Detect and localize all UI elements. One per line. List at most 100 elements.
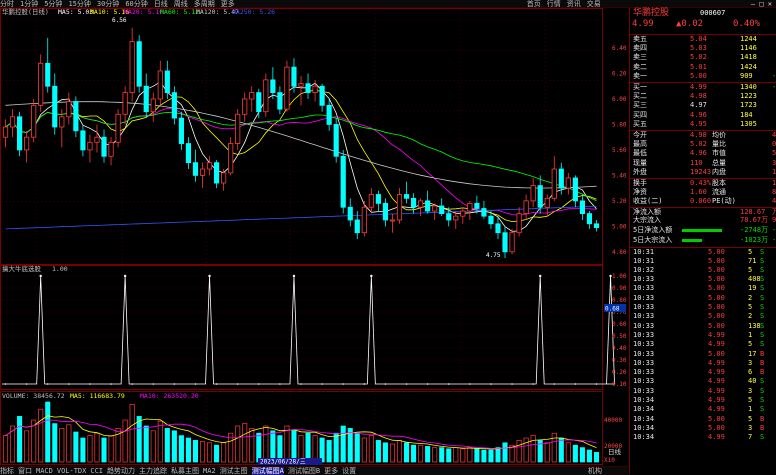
top-tab-5[interactable]: 60分钟 [125,1,147,8]
quote-panel: 华鹏控股 000607 4.99 ▲0.02 0.40% 卖五 5.04 1244 卖四 5.03… [629,8,776,474]
top-right-tab-1[interactable]: 行情 [547,1,561,8]
tick-row: 10:33 5.00 19 S [633,284,765,293]
ma20-legend: MA20: 5.16 [124,8,163,16]
top-tab-2[interactable]: 5分钟 [44,1,62,8]
price-axis-label: 5.80 [612,121,627,128]
volume-bar [73,431,79,463]
candle[interactable] [509,228,515,255]
stats-row: 最高5.02量比0.7 [633,139,776,148]
date-tag: 2023/06/28/三 [260,459,306,466]
candle[interactable] [38,54,44,112]
top-tab-4[interactable]: 30分钟 [97,1,119,8]
tick-row: 10:33 5.00 2 S [633,312,765,321]
tick-row: 10:34 5.00 3 B [633,423,765,432]
candle[interactable] [235,109,241,150]
volume-bar [326,440,332,463]
sell-book-row: 卖四 5.03 1146 [633,43,757,52]
volume-bar [291,430,297,463]
top-right-tab-3[interactable]: 交易 [587,1,601,8]
tick-row: 10:33 4.99 6 B [633,368,765,377]
stats-row: 净资1.60流通8.85 [633,187,776,196]
candle[interactable] [284,60,290,112]
signal-baseline-dot [152,383,155,385]
signal-baseline-dot [257,383,260,385]
volume-bar [45,401,51,463]
candle[interactable] [73,96,79,138]
volume-bar [199,441,206,463]
stats-row: 收益(二)0.060PE(动)45. [633,197,776,206]
flow-row: 大宗流入78.67万95 [633,216,776,225]
signal-baseline-dot [574,383,577,385]
stock-price: 4.99 [632,19,654,29]
volume-bar [502,442,508,463]
volume-bar [551,432,557,463]
sell-book-row: 卖三 5.02 1418 [633,53,757,62]
volume-bar [164,428,170,463]
volume-bar [171,430,177,463]
top-tab-6[interactable]: 日线 [154,1,168,8]
volume-bar [382,442,388,463]
volume-bar [143,425,149,463]
window-controls[interactable]: — □ ✕ [751,0,772,8]
top-right-tab-0[interactable]: 首页 [527,1,541,8]
volume-bar [270,430,276,463]
candle[interactable] [263,73,269,117]
volume-bar [150,430,156,463]
volume-bar [101,437,107,463]
signal-baseline-dot [595,383,598,385]
volume-bar [481,449,487,463]
candle[interactable] [340,149,346,214]
volume-bar [52,423,58,463]
top-tab-1[interactable]: 1分钟 [20,1,38,8]
volume-bar [333,432,339,463]
chart-area[interactable]: 6.40 6.20 6.00 5.80 5.60 5.40 5.20 5.00 4.80 1.00… [0,7,628,466]
indicator-axis-label: 0.20 [612,369,627,376]
tick-row: 10:33 4.99 3 S [633,386,765,395]
signal-baseline-dot [236,383,239,385]
volume-bar [192,440,199,463]
top-right-tab-2[interactable]: 资讯 [567,1,581,8]
volume-bar [340,425,346,463]
volume-bar [235,425,241,463]
volume-bar [108,435,114,463]
volume-bar [38,408,44,463]
volume-bar [87,435,93,463]
candle[interactable] [115,109,121,148]
top-tab-7[interactable]: 周线 [174,1,188,8]
volume-bar [157,420,163,463]
low-annotation: 4.75 [486,252,501,259]
period-side-tab[interactable]: 日线 [608,447,622,456]
indicator-axis-label: 0.60 [612,321,627,328]
indicator-axis-label: 0.50 [612,333,627,340]
candle[interactable] [17,111,23,157]
signal-baseline-dot [4,383,7,385]
volume-bar [488,449,494,463]
signal-baseline-dot [490,383,492,385]
candle[interactable] [31,98,37,143]
candle[interactable] [333,118,339,163]
kline-chart-svg[interactable]: 6.40 6.20 6.00 5.80 5.60 5.40 5.20 5.00 4.80 1.00… [0,7,628,466]
volume-bar [389,443,395,463]
top-tab-3[interactable]: 15分钟 [68,1,90,8]
high-annotation: 6.56 [112,17,127,24]
flow-bar [682,238,702,242]
volume-bar [495,447,501,463]
price-axis-label: 6.00 [612,96,627,103]
top-tab-8[interactable]: 多周期 [194,1,215,8]
volume-bar [17,416,23,463]
volume-bar [178,435,184,463]
ma250-legend: MA250: 5.26 [232,8,275,16]
volume-bar [474,448,480,463]
volume-bar [207,442,213,463]
indicator-value: 1.00 [52,265,68,273]
tick-row: 10:34 4.99 1 S [633,405,765,414]
volume-ma10: MA10: 263520.20 [140,392,199,400]
candle[interactable] [136,35,142,93]
top-tab-0[interactable]: 分时 [0,1,14,8]
ma5-legend: MA5: 5.03 [58,8,93,16]
tick-row: 10:33 4.99 1 S [633,330,765,339]
signal-dot [292,274,296,278]
top-tab-9[interactable]: 更多 [221,1,235,8]
volume-bar [411,444,417,463]
volume-bar [80,437,86,463]
